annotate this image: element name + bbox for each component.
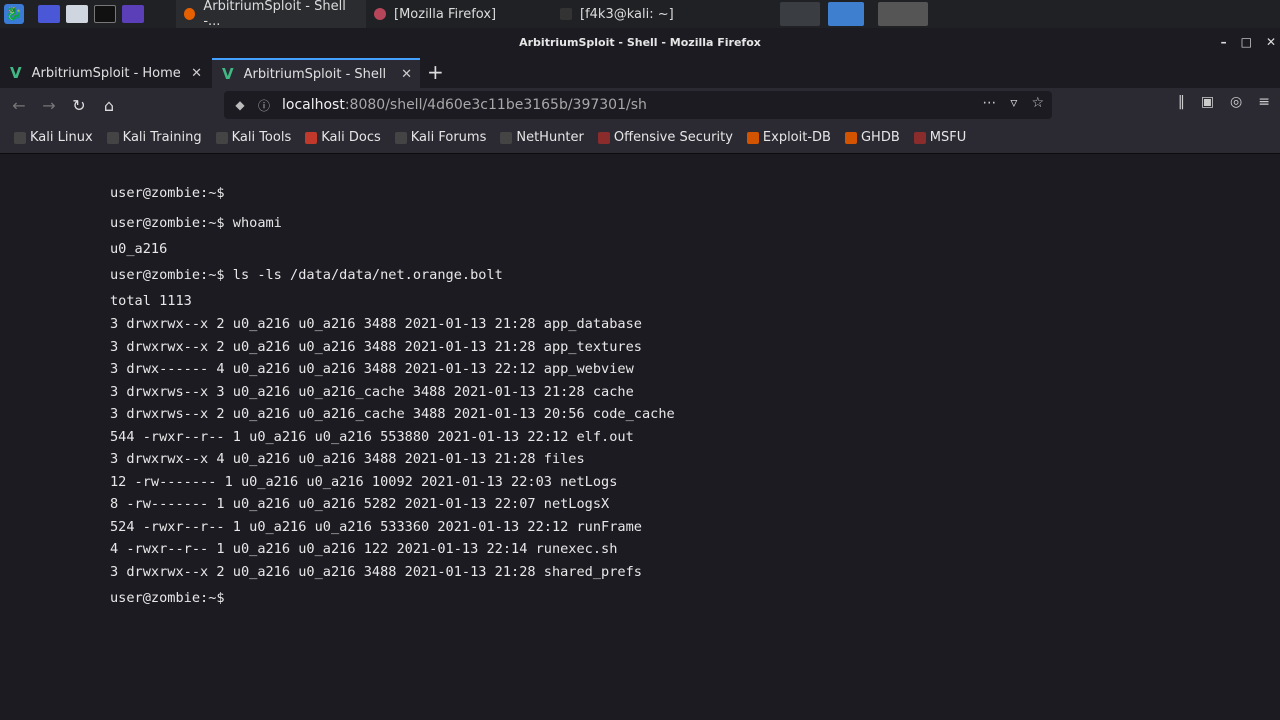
bookmark-kali-docs[interactable]: Kali Docs (305, 130, 381, 145)
kali-dragon-icon (394, 131, 407, 144)
exploit-db-icon (746, 131, 759, 144)
hamburger-menu-icon[interactable]: ≡ (1258, 94, 1270, 110)
output-line: u0_a216 (110, 241, 168, 257)
task-terminal[interactable]: [f4k3@kali: ~] (552, 0, 738, 28)
bookmark-kali-tools[interactable]: Kali Tools (215, 130, 291, 145)
forward-icon[interactable]: → (38, 94, 60, 116)
firefox-icon (374, 8, 386, 20)
url-path: :8080/shell/4d60e3c11be3165b/397301/sh (344, 97, 647, 113)
command-line: user@zombie:~$ ls -ls /data/data/net.ora… (110, 267, 503, 283)
command-line: user@zombie:~$ whoami (110, 215, 282, 231)
bookmark-exploit-db[interactable]: Exploit-DB (746, 130, 831, 145)
app-indicator-icon[interactable] (828, 2, 864, 26)
file-manager-icon[interactable] (66, 5, 88, 23)
workspace-switcher-icon[interactable] (780, 2, 820, 26)
kali-dragon-icon (215, 131, 228, 144)
info-icon[interactable]: ⓘ (256, 97, 272, 113)
output-line: total 1113 (110, 293, 192, 309)
back-icon[interactable]: ← (8, 94, 30, 116)
task-arbitrium-shell[interactable]: ArbitriumSploit - Shell -... (176, 0, 366, 29)
bookmark-kali-linux[interactable]: Kali Linux (14, 130, 93, 145)
kali-dragon-icon (14, 131, 26, 144)
bookmarks-toolbar: Kali Linux Kali Training Kali Tools Kali… (0, 122, 1280, 154)
tab-label: ArbitriumSploit - Home (31, 65, 181, 81)
vue-logo-icon: V (222, 65, 234, 83)
output-line: 3 drwxrws--x 3 u0_a216 u0_a216_cache 348… (110, 384, 634, 400)
workspace-1-icon[interactable] (38, 5, 60, 23)
offsec-icon (597, 131, 610, 144)
tab-strip: V ArbitriumSploit - Home ✕ V ArbitriumSp… (0, 56, 1280, 88)
navigation-bar: ← → ↻ ⌂ ◆ ⓘ localhost:8080/shell/4d60e3c… (0, 88, 1280, 122)
shield-icon[interactable]: ◆ (232, 97, 248, 113)
bookmark-offensive-security[interactable]: Offensive Security (597, 130, 733, 145)
firefox-icon (184, 8, 196, 20)
prompt-line[interactable]: user@zombie:~$ (110, 590, 225, 606)
home-icon[interactable]: ⌂ (98, 94, 120, 116)
output-line: 524 -rwxr--r-- 1 u0_a216 u0_a216 533360 … (110, 519, 642, 535)
close-tab-icon[interactable]: ✕ (191, 66, 202, 81)
window-title: ArbitriumSploit - Shell - Mozilla Firefo… (519, 35, 761, 49)
account-icon[interactable]: ◎ (1230, 94, 1242, 110)
nethunter-icon (500, 131, 513, 144)
url-host: localhost (282, 97, 345, 113)
output-line: 12 -rw------- 1 u0_a216 u0_a216 10092 20… (110, 474, 618, 490)
output-line: 3 drwx------ 4 u0_a216 u0_a216 3488 2021… (110, 361, 634, 377)
bookmark-ghdb[interactable]: GHDB (844, 130, 900, 145)
output-line: 4 -rwxr--r-- 1 u0_a216 u0_a216 122 2021-… (110, 541, 618, 557)
tab-home[interactable]: V ArbitriumSploit - Home ✕ (0, 58, 210, 88)
shell-terminal[interactable]: user@zombie:~$ user@zombie:~$ whoami u0_… (0, 154, 1280, 720)
output-line: 8 -rw------- 1 u0_a216 u0_a216 5282 2021… (110, 496, 610, 512)
output-line: 3 drwxrwx--x 2 u0_a216 u0_a216 3488 2021… (110, 316, 642, 332)
page-actions-icon[interactable]: ⋯ (982, 95, 996, 111)
new-tab-icon[interactable]: + (427, 60, 444, 84)
output-line: 3 drwxrwx--x 2 u0_a216 u0_a216 3488 2021… (110, 564, 642, 580)
terminal-icon (560, 8, 572, 20)
reload-icon[interactable]: ↻ (68, 94, 90, 116)
ghdb-icon (844, 131, 857, 144)
window-titlebar: ArbitriumSploit - Shell - Mozilla Firefo… (0, 28, 1280, 56)
tab-shell[interactable]: V ArbitriumSploit - Shell ✕ (212, 58, 420, 88)
output-line: 3 drwxrwx--x 2 u0_a216 u0_a216 3488 2021… (110, 339, 642, 355)
output-line: 544 -rwxr--r-- 1 u0_a216 u0_a216 553880 … (110, 429, 634, 445)
sidebar-icon[interactable]: ▣ (1201, 94, 1214, 110)
minimize-icon[interactable]: – (1221, 35, 1227, 49)
pocket-icon[interactable]: ▿ (1010, 95, 1017, 111)
msfu-icon (913, 131, 926, 144)
bookmark-msfu[interactable]: MSFU (913, 130, 966, 145)
bookmark-nethunter[interactable]: NetHunter (500, 130, 584, 145)
vue-logo-icon: V (10, 64, 22, 82)
kali-dragon-icon: 🐉 (4, 4, 24, 24)
bookmark-kali-training[interactable]: Kali Training (106, 130, 202, 145)
output-line: 3 drwxrws--x 2 u0_a216 u0_a216_cache 348… (110, 406, 675, 422)
firefox-launcher-icon[interactable] (122, 5, 144, 23)
kali-dragon-icon (106, 131, 119, 144)
close-tab-icon[interactable]: ✕ (401, 67, 412, 82)
output-line: 3 drwxrwx--x 4 u0_a216 u0_a216 3488 2021… (110, 451, 585, 467)
maximize-icon[interactable]: □ (1241, 35, 1252, 49)
kali-menu-button[interactable]: 🐉 (0, 0, 28, 28)
tab-label: ArbitriumSploit - Shell (243, 66, 387, 82)
close-icon[interactable]: ✕ (1266, 35, 1276, 49)
task-mozilla-firefox[interactable]: [Mozilla Firefox] (366, 0, 552, 28)
prompt-line: user@zombie:~$ (110, 185, 225, 201)
bookmark-star-icon[interactable]: ☆ (1031, 95, 1044, 111)
bookmark-kali-forums[interactable]: Kali Forums (394, 130, 486, 145)
kali-docs-icon (305, 131, 318, 144)
firefox-tray-icon[interactable] (878, 2, 928, 26)
terminal-icon[interactable] (94, 5, 116, 23)
taskbar: 🐉 ArbitriumSploit - Shell -... [Mozilla … (0, 0, 1280, 29)
library-icon[interactable]: ‖ (1178, 94, 1185, 110)
url-bar[interactable]: ◆ ⓘ localhost:8080/shell/4d60e3c11be3165… (224, 91, 1052, 119)
